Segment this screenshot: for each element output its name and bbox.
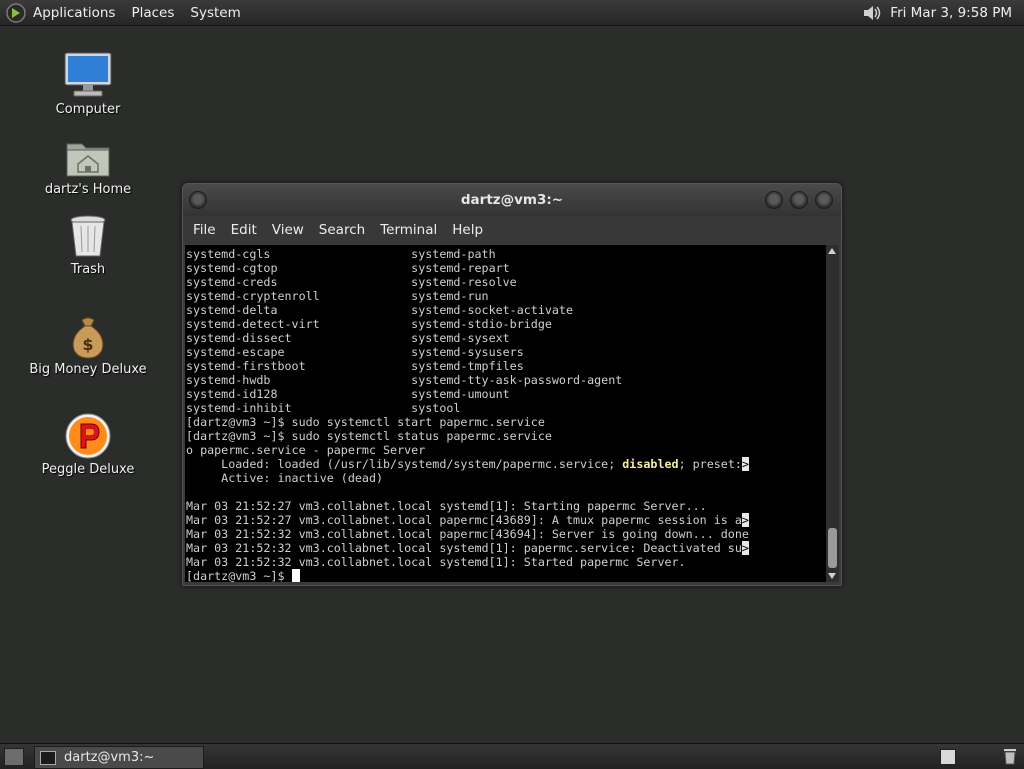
terminal-window[interactable]: dartz@vm3:~ File Edit View Search Termin…: [182, 183, 842, 586]
desktop-icon-label: Big Money Deluxe: [29, 362, 147, 377]
terminal-line: systemd-detect-virt systemd-stdio-bridge: [186, 317, 552, 331]
volume-icon[interactable]: [862, 3, 884, 23]
top-panel: Applications Places System Fri Mar 3, 9:…: [0, 0, 1024, 26]
desktop-icon-label: Trash: [70, 262, 106, 277]
terminal-line: [dartz@vm3 ~]$ sudo systemctl status pap…: [186, 429, 552, 443]
desktop-icon-big-money[interactable]: $ Big Money Deluxe: [28, 304, 148, 377]
terminal-line: systemd-escape systemd-sysusers: [186, 345, 524, 359]
terminal-line: [dartz@vm3 ~]$ sudo systemctl start pape…: [186, 415, 545, 429]
scroll-down-arrow-icon[interactable]: [828, 573, 836, 579]
terminal-line: systemd-id128 systemd-umount: [186, 387, 510, 401]
desktop-icon-home[interactable]: dartz's Home: [28, 124, 148, 197]
terminal-line: Mar 03 21:52:32 vm3.collabnet.local syst…: [186, 541, 742, 555]
terminal-line: o papermc.service - papermc Server: [186, 443, 426, 457]
show-desktop-button[interactable]: [4, 748, 24, 766]
desktop-icon-label: Computer: [55, 102, 121, 117]
terminal-line: Loaded: loaded (/usr/lib/systemd/system/…: [186, 457, 623, 471]
terminal-line: Mar 03 21:52:27 vm3.collabnet.local pape…: [186, 513, 742, 527]
terminal-line: systemd-inhibit systool: [186, 401, 461, 415]
desktop-icon-label: dartz's Home: [44, 182, 132, 197]
peggle-icon: [65, 413, 111, 459]
clock[interactable]: Fri Mar 3, 9:58 PM: [890, 5, 1012, 21]
bottom-panel: dartz@vm3:~: [0, 743, 1024, 769]
minimize-button[interactable]: [765, 191, 783, 209]
terminal-line: systemd-firstboot systemd-tmpfiles: [186, 359, 524, 373]
money-bag-icon: $: [72, 317, 104, 359]
desktop-icon-computer[interactable]: Computer: [28, 44, 148, 117]
terminal-line: systemd-hwdb systemd-tty-ask-password-ag…: [186, 373, 623, 387]
overflow-marker: >: [741, 513, 749, 527]
terminal-line: Mar 03 21:52:27 vm3.collabnet.local syst…: [186, 499, 707, 513]
terminal-menubar: File Edit View Search Terminal Help: [183, 216, 841, 244]
terminal-line: systemd-cgtop systemd-repart: [186, 261, 510, 275]
menu-applications[interactable]: Applications: [33, 5, 115, 21]
overflow-marker: >: [741, 541, 749, 555]
menu-view[interactable]: View: [272, 222, 304, 238]
terminal-line: Active: inactive (dead): [186, 471, 384, 485]
terminal-line: Mar 03 21:52:32 vm3.collabnet.local syst…: [186, 555, 686, 569]
terminal-line: systemd-dissect systemd-sysext: [186, 331, 510, 345]
scroll-up-arrow-icon[interactable]: [828, 248, 836, 254]
computer-icon: [64, 52, 112, 97]
home-folder-icon: [66, 143, 110, 177]
menu-places[interactable]: Places: [131, 5, 174, 21]
trash-applet-icon[interactable]: [1002, 747, 1018, 765]
terminal-line: systemd-creds systemd-resolve: [186, 275, 517, 289]
menu-system[interactable]: System: [190, 5, 240, 21]
terminal-prompt: [dartz@vm3 ~]$: [186, 569, 292, 582]
terminal-scrollbar[interactable]: [826, 245, 839, 582]
terminal-line: systemd-cryptenroll systemd-run: [186, 289, 489, 303]
scrollbar-thumb[interactable]: [828, 528, 837, 568]
close-button[interactable]: [815, 191, 833, 209]
terminal-line: Mar 03 21:52:32 vm3.collabnet.local pape…: [186, 527, 749, 541]
terminal-line-tail: ; preset:: [678, 457, 742, 471]
desktop-icon-label: Peggle Deluxe: [41, 462, 135, 477]
menu-help[interactable]: Help: [452, 222, 483, 238]
status-disabled-text: disabled: [622, 457, 679, 471]
terminal-line: systemd-cgls systemd-path: [186, 247, 496, 261]
taskbar-label: dartz@vm3:~: [64, 750, 155, 765]
terminal-icon: [40, 750, 56, 765]
text-cursor: [291, 569, 300, 582]
overflow-marker: >: [741, 457, 749, 471]
menu-file[interactable]: File: [193, 222, 216, 238]
gnome-foot-icon[interactable]: [5, 2, 27, 24]
menu-search[interactable]: Search: [319, 222, 365, 238]
menu-edit[interactable]: Edit: [231, 222, 257, 238]
workspace-switcher[interactable]: [940, 749, 956, 765]
terminal-titlebar[interactable]: dartz@vm3:~: [183, 184, 841, 216]
svg-text:$: $: [82, 335, 93, 354]
terminal-output[interactable]: systemd-cgls systemd-path systemd-cgtop …: [185, 245, 826, 582]
desktop-icon-trash[interactable]: Trash: [28, 204, 148, 277]
maximize-button[interactable]: [790, 191, 808, 209]
desktop-icon-peggle[interactable]: Peggle Deluxe: [28, 404, 148, 477]
menu-terminal[interactable]: Terminal: [380, 222, 437, 238]
window-title: dartz@vm3:~: [460, 192, 564, 208]
taskbar-terminal-button[interactable]: dartz@vm3:~: [34, 746, 204, 769]
trash-icon: [70, 215, 106, 257]
terminal-line: systemd-delta systemd-socket-activate: [186, 303, 574, 317]
